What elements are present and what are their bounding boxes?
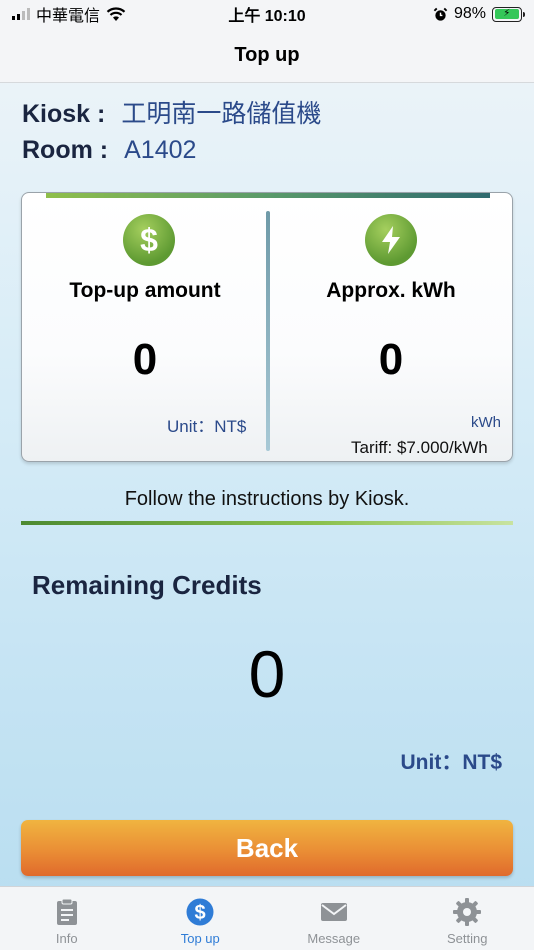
tab-message-label: Message <box>307 931 361 946</box>
tab-bar: Info $ Top up Message Setting <box>0 886 534 950</box>
svg-text:$: $ <box>195 902 206 924</box>
nav-bar: Top up <box>0 28 534 83</box>
card-divider <box>266 211 270 451</box>
remaining-credits-title: Remaining Credits <box>32 570 262 600</box>
remaining-credits-value: 0 <box>248 637 286 711</box>
status-bar: 中華電信 上午 10:10 98% ⚡ <box>0 0 534 28</box>
tab-top-up-label: Top up <box>180 931 220 946</box>
topup-amount-label: Top-up amount <box>69 279 221 302</box>
room-row: Room : A1402 <box>22 136 196 165</box>
topup-card: $ Top-up amount 0 Unit：NT$ Approx. kWh 0… <box>21 192 513 462</box>
lightning-glyph <box>382 226 400 254</box>
room-label: Room : <box>22 136 109 164</box>
tab-setting-label: Setting <box>447 931 488 946</box>
battery-percent: 98% <box>453 5 486 22</box>
instructions-text: Follow the instructions by Kiosk. <box>124 488 410 510</box>
dollar-circle-icon: $ <box>186 898 214 926</box>
kiosk-value: 工明南一路儲值機 <box>121 100 322 128</box>
topup-amount-value: 0 <box>132 335 158 384</box>
signal-icon <box>12 8 30 20</box>
battery-icon: ⚡ <box>492 6 525 22</box>
approx-kwh-value: 0 <box>378 335 404 384</box>
envelope-icon <box>320 903 347 921</box>
dollar-icon: $ <box>123 214 175 266</box>
tab-message[interactable]: Message <box>267 887 401 950</box>
carrier-name: 中華電信 <box>36 8 101 25</box>
tab-info[interactable]: Info <box>0 887 134 950</box>
gear-icon <box>453 898 482 926</box>
remaining-credits-unit: Unit：NT$ <box>400 751 503 774</box>
card-top-accent <box>46 193 490 198</box>
clipboard-icon <box>56 898 77 925</box>
approx-kwh-unit: kWh <box>471 414 501 431</box>
tab-top-up[interactable]: $ Top up <box>134 887 268 950</box>
page-title: Top up <box>234 43 300 66</box>
approx-kwh-label: Approx. kWh <box>326 279 456 302</box>
kiosk-label: Kiosk : <box>22 100 106 128</box>
lightning-icon <box>365 214 417 266</box>
room-value: A1402 <box>124 136 197 164</box>
wifi-icon <box>106 7 126 21</box>
tariff-text: Tariff: $7.000/kWh <box>351 438 488 457</box>
back-button[interactable]: Back <box>21 820 513 876</box>
kiosk-row: Kiosk : 工明南一路儲值機 <box>22 94 321 130</box>
tab-setting[interactable]: Setting <box>401 887 534 950</box>
instructions-divider <box>21 521 513 525</box>
topup-amount-unit: Unit：NT$ <box>167 417 247 436</box>
status-left: 中華電信 <box>12 2 126 26</box>
status-right: 98% ⚡ <box>433 5 525 23</box>
battery-fill: ⚡ <box>494 9 519 19</box>
tab-info-label: Info <box>55 931 78 946</box>
alarm-icon <box>433 7 448 21</box>
